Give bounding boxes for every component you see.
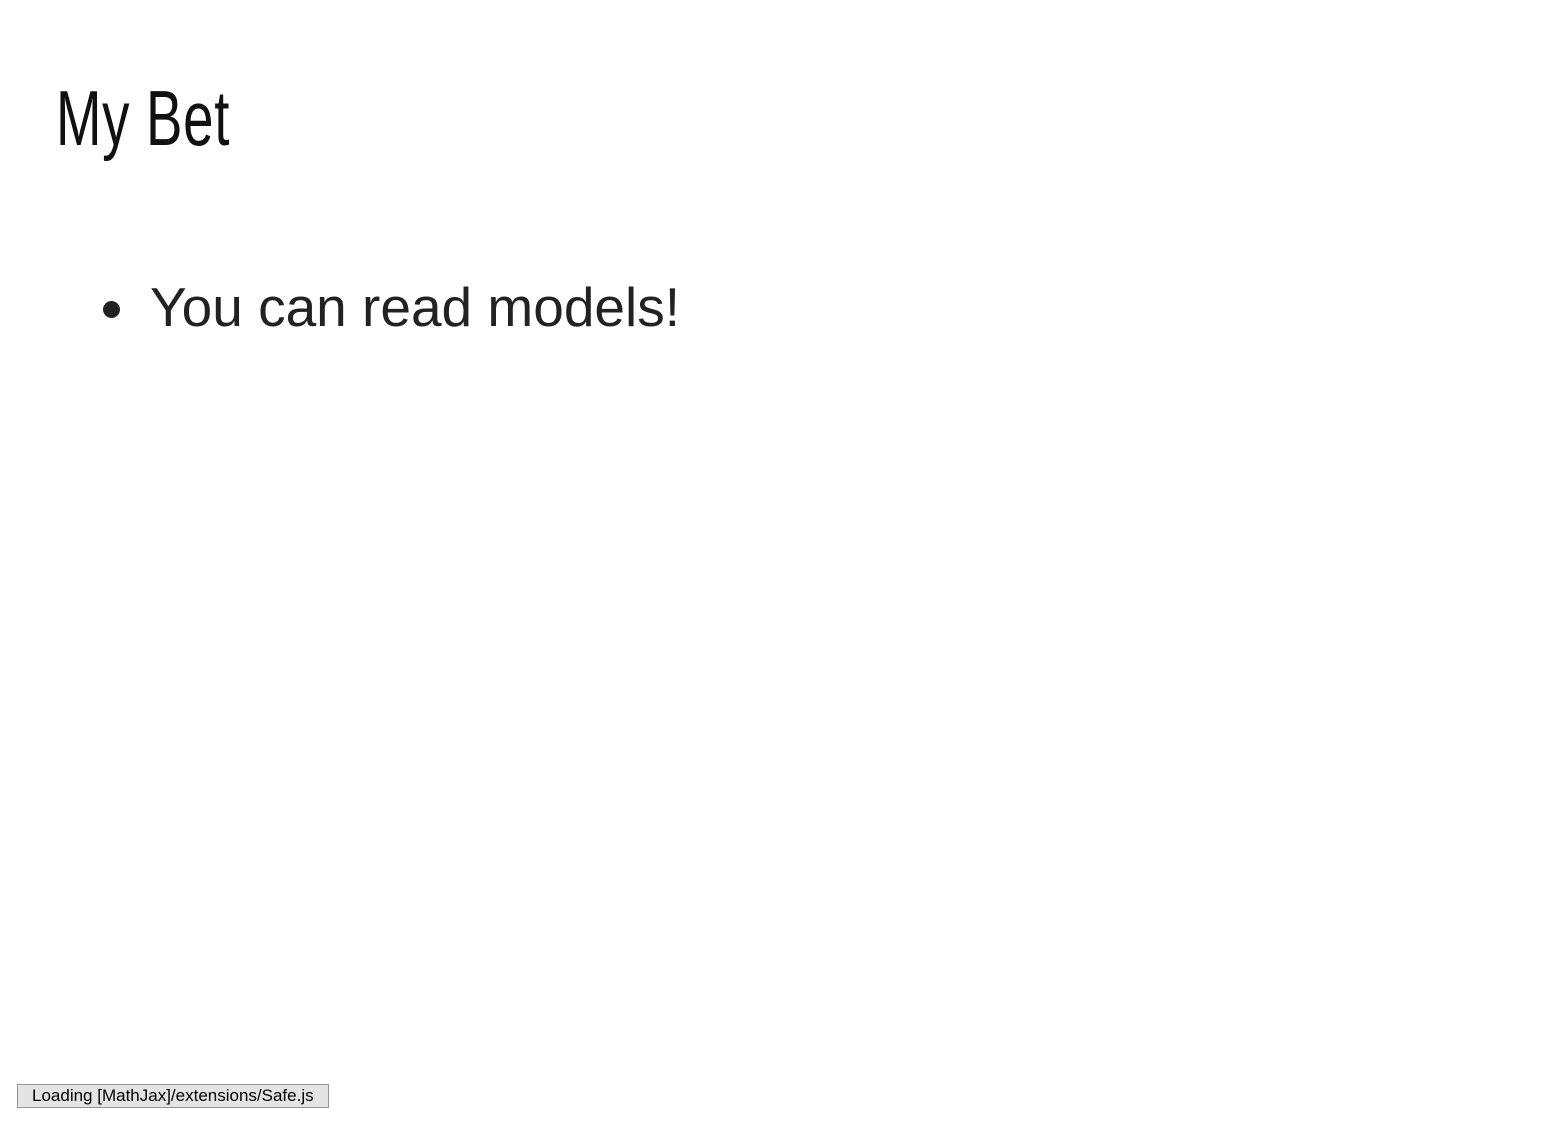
bullet-text: You can read models!	[150, 276, 680, 338]
slide: My Bet You can read models! Loading [Mat…	[0, 0, 1561, 1138]
bullet-list: You can read models!	[103, 274, 680, 340]
mathjax-loading-status: Loading [MathJax]/extensions/Safe.js	[17, 1084, 329, 1108]
bullet-dot-icon	[103, 300, 120, 318]
bullet-item: You can read models!	[103, 274, 680, 340]
slide-title: My Bet	[56, 74, 231, 162]
